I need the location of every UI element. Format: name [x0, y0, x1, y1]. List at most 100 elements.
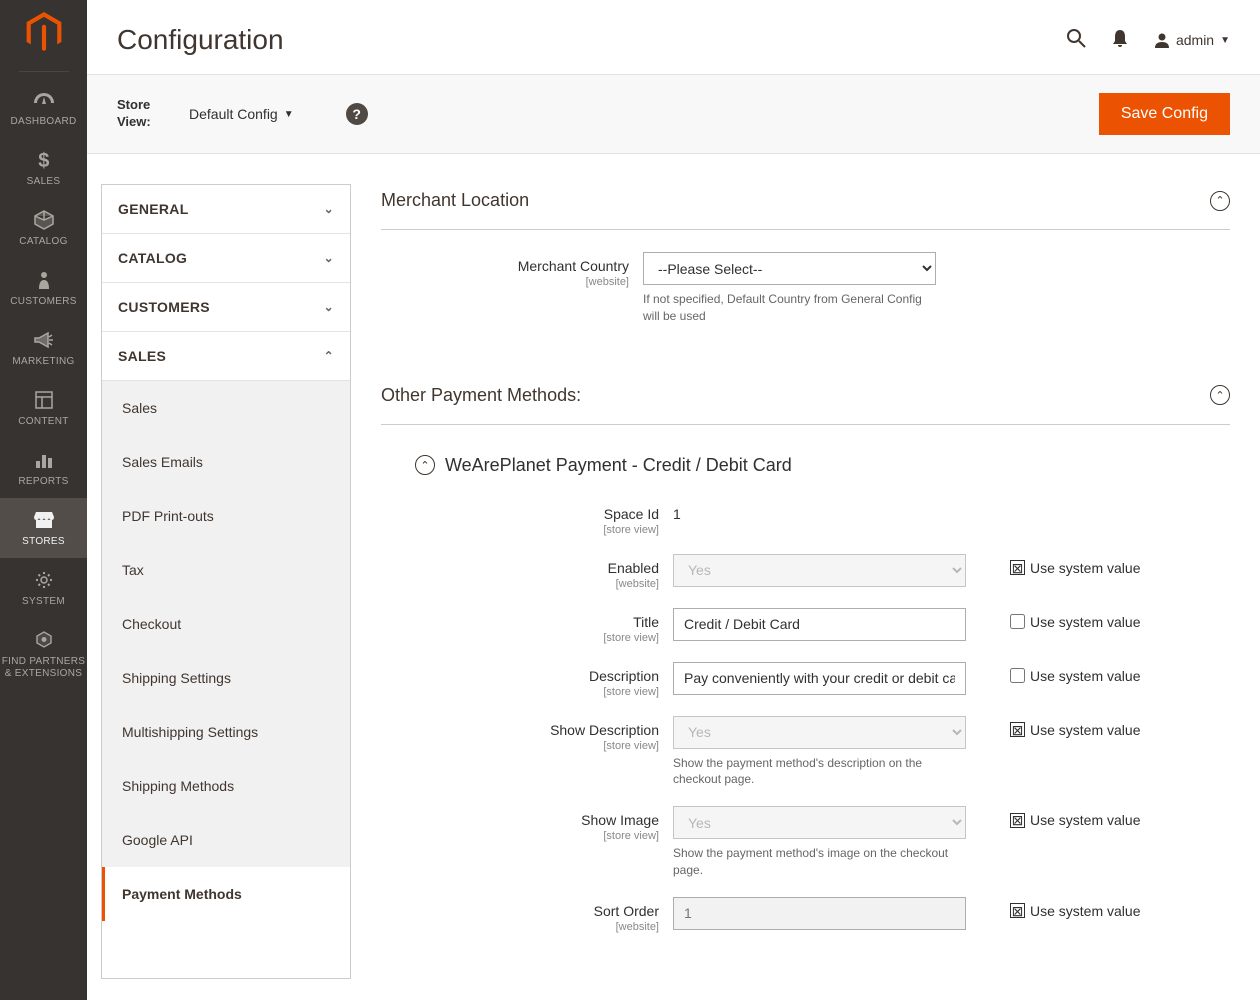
- row-show-description: Show Description [store view] Yes Show t…: [411, 716, 1230, 789]
- chevron-down-icon: ▼: [1220, 35, 1230, 46]
- subtab-payment-methods[interactable]: Payment Methods: [102, 867, 350, 921]
- checkbox[interactable]: [1010, 614, 1025, 629]
- page-header: Configuration admin ▼: [87, 0, 1260, 74]
- collapse-icon: ⌃: [1210, 385, 1230, 405]
- dashboard-icon: [33, 90, 55, 110]
- row-show-image: Show Image [store view] Yes Show the pay…: [411, 806, 1230, 879]
- sidebar-item-marketing[interactable]: MARKETING: [0, 318, 87, 378]
- label-text: Enabled: [608, 560, 659, 576]
- store-view-select[interactable]: Default Config ▼: [189, 106, 294, 122]
- chevron-down-icon: ⌄: [324, 251, 334, 265]
- tab-catalog[interactable]: CATALOG ⌄: [102, 234, 350, 283]
- subtab-checkout[interactable]: Checkout: [102, 597, 350, 651]
- page-title: Configuration: [117, 24, 284, 56]
- field-label: Space Id [store view]: [411, 500, 659, 536]
- subtab-sales-emails[interactable]: Sales Emails: [102, 435, 350, 489]
- label-text: Show Image: [581, 812, 659, 828]
- subtab-multishipping[interactable]: Multishipping Settings: [102, 705, 350, 759]
- scope-text: [store view]: [411, 740, 659, 752]
- tab-sales[interactable]: SALES ⌃: [102, 332, 350, 381]
- subtab-pdf[interactable]: PDF Print-outs: [102, 489, 350, 543]
- bell-icon[interactable]: [1112, 29, 1128, 52]
- checkbox[interactable]: [1010, 668, 1025, 683]
- field-control: Yes Show the payment method's image on t…: [673, 806, 966, 879]
- field-label: Enabled [website]: [411, 554, 659, 590]
- search-icon[interactable]: [1066, 28, 1086, 53]
- person-icon: [37, 270, 51, 290]
- sys-checkbox-show-image[interactable]: ⊠ Use system value: [1010, 806, 1140, 828]
- sys-checkbox-show-description[interactable]: ⊠ Use system value: [1010, 716, 1140, 738]
- field-label: Description [store view]: [411, 662, 659, 698]
- sidebar-item-catalog[interactable]: CATALOG: [0, 198, 87, 258]
- sys-label: Use system value: [1030, 668, 1140, 684]
- space-id-value: 1: [673, 500, 681, 522]
- sidebar-item-dashboard[interactable]: DASHBOARD: [0, 78, 87, 138]
- sys-label: Use system value: [1030, 903, 1140, 919]
- store-view-value: Default Config: [189, 106, 278, 122]
- sidebar-label: CUSTOMERS: [10, 296, 76, 308]
- header-actions: admin ▼: [1066, 28, 1230, 53]
- scope-text: [store view]: [411, 830, 659, 842]
- field-control: [673, 662, 966, 695]
- field-control: Yes: [673, 554, 966, 587]
- subtab-shipping-settings[interactable]: Shipping Settings: [102, 651, 350, 705]
- gear-icon: [35, 570, 53, 590]
- sidebar-item-content[interactable]: CONTENT: [0, 378, 87, 438]
- config-tabs: GENERAL ⌄ CATALOG ⌄ CUSTOMERS ⌄ SALES ⌃ …: [101, 184, 351, 979]
- help-icon[interactable]: ?: [346, 103, 368, 125]
- subtab-google-api[interactable]: Google API: [102, 813, 350, 867]
- sys-checkbox-title[interactable]: Use system value: [1010, 608, 1140, 630]
- sidebar-divider: [19, 71, 69, 72]
- other-payments-header[interactable]: Other Payment Methods: ⌃: [381, 371, 1230, 425]
- sidebar-item-partners[interactable]: FIND PARTNERS & EXTENSIONS: [0, 618, 87, 690]
- field-control: [673, 897, 966, 930]
- save-config-button[interactable]: Save Config: [1099, 93, 1230, 135]
- field-control: Yes Show the payment method's descriptio…: [673, 716, 966, 789]
- admin-sidebar: DASHBOARD $ SALES CATALOG CUSTOMERS MARK…: [0, 0, 87, 1000]
- row-description: Description [store view] Use system valu…: [411, 662, 1230, 698]
- merchant-country-select[interactable]: --Please Select--: [643, 252, 936, 285]
- show-description-select: Yes: [673, 716, 966, 749]
- main-content: Configuration admin ▼ Store View: Defaul…: [87, 0, 1260, 1000]
- checkbox-checked-icon: ⊠: [1010, 722, 1025, 737]
- field-hint: Show the payment method's description on…: [673, 755, 966, 789]
- payment-method-header[interactable]: ⌃ WeArePlanet Payment - Credit / Debit C…: [381, 447, 1230, 500]
- tab-customers[interactable]: CUSTOMERS ⌄: [102, 283, 350, 332]
- sidebar-item-stores[interactable]: STORES: [0, 498, 87, 558]
- sidebar-label: CONTENT: [18, 416, 68, 428]
- partners-icon: [34, 630, 54, 650]
- field-label: Show Image [store view]: [411, 806, 659, 842]
- label-text: Merchant Country: [518, 258, 629, 274]
- title-input[interactable]: [673, 608, 966, 641]
- sidebar-item-sales[interactable]: $ SALES: [0, 138, 87, 198]
- account-menu[interactable]: admin ▼: [1154, 32, 1230, 48]
- magento-logo[interactable]: [26, 12, 62, 57]
- sys-checkbox-sort-order[interactable]: ⊠ Use system value: [1010, 897, 1140, 919]
- store-view-label: Store View:: [117, 97, 167, 131]
- description-input[interactable]: [673, 662, 966, 695]
- sidebar-item-reports[interactable]: REPORTS: [0, 438, 87, 498]
- user-icon: [1154, 32, 1170, 48]
- sidebar-label: SALES: [27, 176, 61, 188]
- sys-checkbox-enabled[interactable]: ⊠ Use system value: [1010, 554, 1140, 576]
- sidebar-label: FIND PARTNERS & EXTENSIONS: [2, 656, 86, 680]
- dollar-icon: $: [37, 150, 51, 170]
- sys-checkbox-description[interactable]: Use system value: [1010, 662, 1140, 684]
- sidebar-item-customers[interactable]: CUSTOMERS: [0, 258, 87, 318]
- tab-general[interactable]: GENERAL ⌄: [102, 185, 350, 234]
- subtab-tax[interactable]: Tax: [102, 543, 350, 597]
- svg-text:$: $: [38, 150, 49, 170]
- row-space-id: Space Id [store view] 1: [411, 500, 1230, 536]
- chevron-up-icon: ⌃: [324, 349, 334, 363]
- tab-label: CATALOG: [118, 250, 187, 266]
- scope-text: [store view]: [411, 632, 659, 644]
- field-label: Title [store view]: [411, 608, 659, 644]
- subtab-sales[interactable]: Sales: [102, 381, 350, 435]
- sidebar-item-system[interactable]: SYSTEM: [0, 558, 87, 618]
- subtab-shipping-methods[interactable]: Shipping Methods: [102, 759, 350, 813]
- config-body: GENERAL ⌄ CATALOG ⌄ CUSTOMERS ⌄ SALES ⌃ …: [87, 154, 1260, 979]
- label-text: Show Description: [550, 722, 659, 738]
- merchant-location-body: Merchant Country [website] --Please Sele…: [381, 230, 1230, 371]
- merchant-location-header[interactable]: Merchant Location ⌃: [381, 184, 1230, 230]
- field-label: Sort Order [website]: [411, 897, 659, 933]
